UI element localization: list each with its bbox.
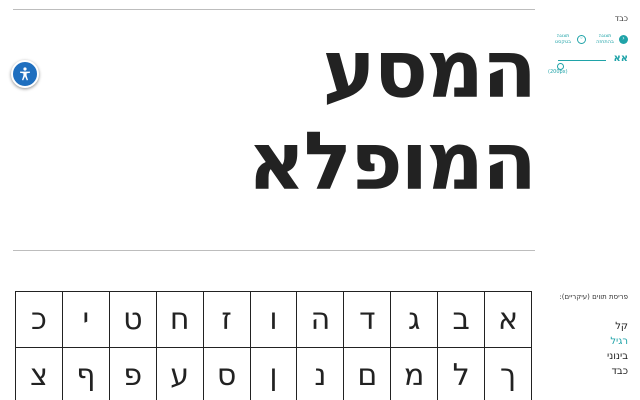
- glyph-cell: ף: [63, 348, 110, 400]
- top-divider: [13, 9, 535, 10]
- accessibility-icon: [20, 67, 30, 81]
- weight-option-heavy[interactable]: כבד: [548, 364, 628, 379]
- view-toggle-text[interactable]: ◦ תצוגה בטקסט: [552, 33, 586, 45]
- glyph-cell: כ: [16, 292, 63, 348]
- glyph-cell: צ: [16, 348, 63, 400]
- glyph-cell: ל: [438, 348, 486, 400]
- glyph-cell: ם: [344, 348, 392, 400]
- view-mode-toggles: ‹ תצוגה בהתחזה ◦ תצוגה בטקסט: [548, 33, 628, 45]
- glyph-cell: ן: [251, 348, 298, 400]
- preview-controls: כבד ‹ תצוגה בהתחזה ◦ תצוגה בטקסט אא (200…: [548, 14, 628, 75]
- font-size-glyph: אא: [613, 53, 628, 64]
- glyph-cell: ה: [297, 292, 345, 348]
- text-view-icon: ◦: [577, 34, 586, 44]
- font-preview-text: המסע המופלא: [115, 23, 537, 208]
- glyph-cell: י: [62, 292, 110, 348]
- view-toggle-glyph[interactable]: ‹ תצוגה בהתחזה: [594, 33, 628, 45]
- glyph-cell: ז: [203, 292, 251, 348]
- glyph-grid: א ב ג ד ה ו ז ח ט י כ ך ל מ ם נ ן ס ע פ …: [15, 291, 532, 400]
- preview-line-2: המופלא: [247, 115, 537, 208]
- font-size-slider[interactable]: [557, 60, 606, 70]
- weight-selector: פריסת תווים (עיקריים): קל רגיל בינוני כב…: [548, 293, 628, 379]
- glyph-cell: נ: [297, 348, 345, 400]
- weight-option-regular[interactable]: רגיל: [548, 334, 628, 349]
- glyph-cell: ו: [250, 292, 298, 348]
- accessibility-button[interactable]: [11, 60, 39, 88]
- glyph-cell: ג: [391, 292, 439, 348]
- glyph-cell: ח: [156, 292, 204, 348]
- middle-divider: [13, 250, 535, 251]
- view-toggle-label: תצוגה בטקסט: [554, 33, 572, 45]
- font-size-control: אא (200px): [548, 53, 628, 75]
- glyph-cell: ך: [485, 348, 532, 400]
- glyph-cell: ס: [204, 348, 251, 400]
- weights-title: פריסת תווים (עיקריים):: [559, 293, 628, 301]
- glyph-cell: פ: [110, 348, 157, 400]
- font-specimen-page: המסע המופלא כבד ‹ תצוגה בהתחזה ◦ תצוגה ב…: [0, 0, 640, 400]
- glyph-cell: א: [485, 292, 532, 348]
- weight-option-medium[interactable]: בינוני: [548, 349, 628, 364]
- current-weight-label: כבד: [614, 14, 628, 23]
- weight-option-light[interactable]: קל: [548, 319, 628, 334]
- view-toggle-label: תצוגה בהתחזה: [596, 33, 614, 45]
- glyph-cell: ב: [438, 292, 486, 348]
- font-size-value: (200px): [548, 69, 568, 75]
- glyph-cell: ע: [157, 348, 204, 400]
- glyph-cell: ד: [344, 292, 392, 348]
- preview-line-1: המסע: [322, 23, 537, 116]
- glyph-cell: ט: [109, 292, 157, 348]
- glyph-view-icon: ‹: [619, 34, 628, 44]
- glyph-cell: מ: [391, 348, 439, 400]
